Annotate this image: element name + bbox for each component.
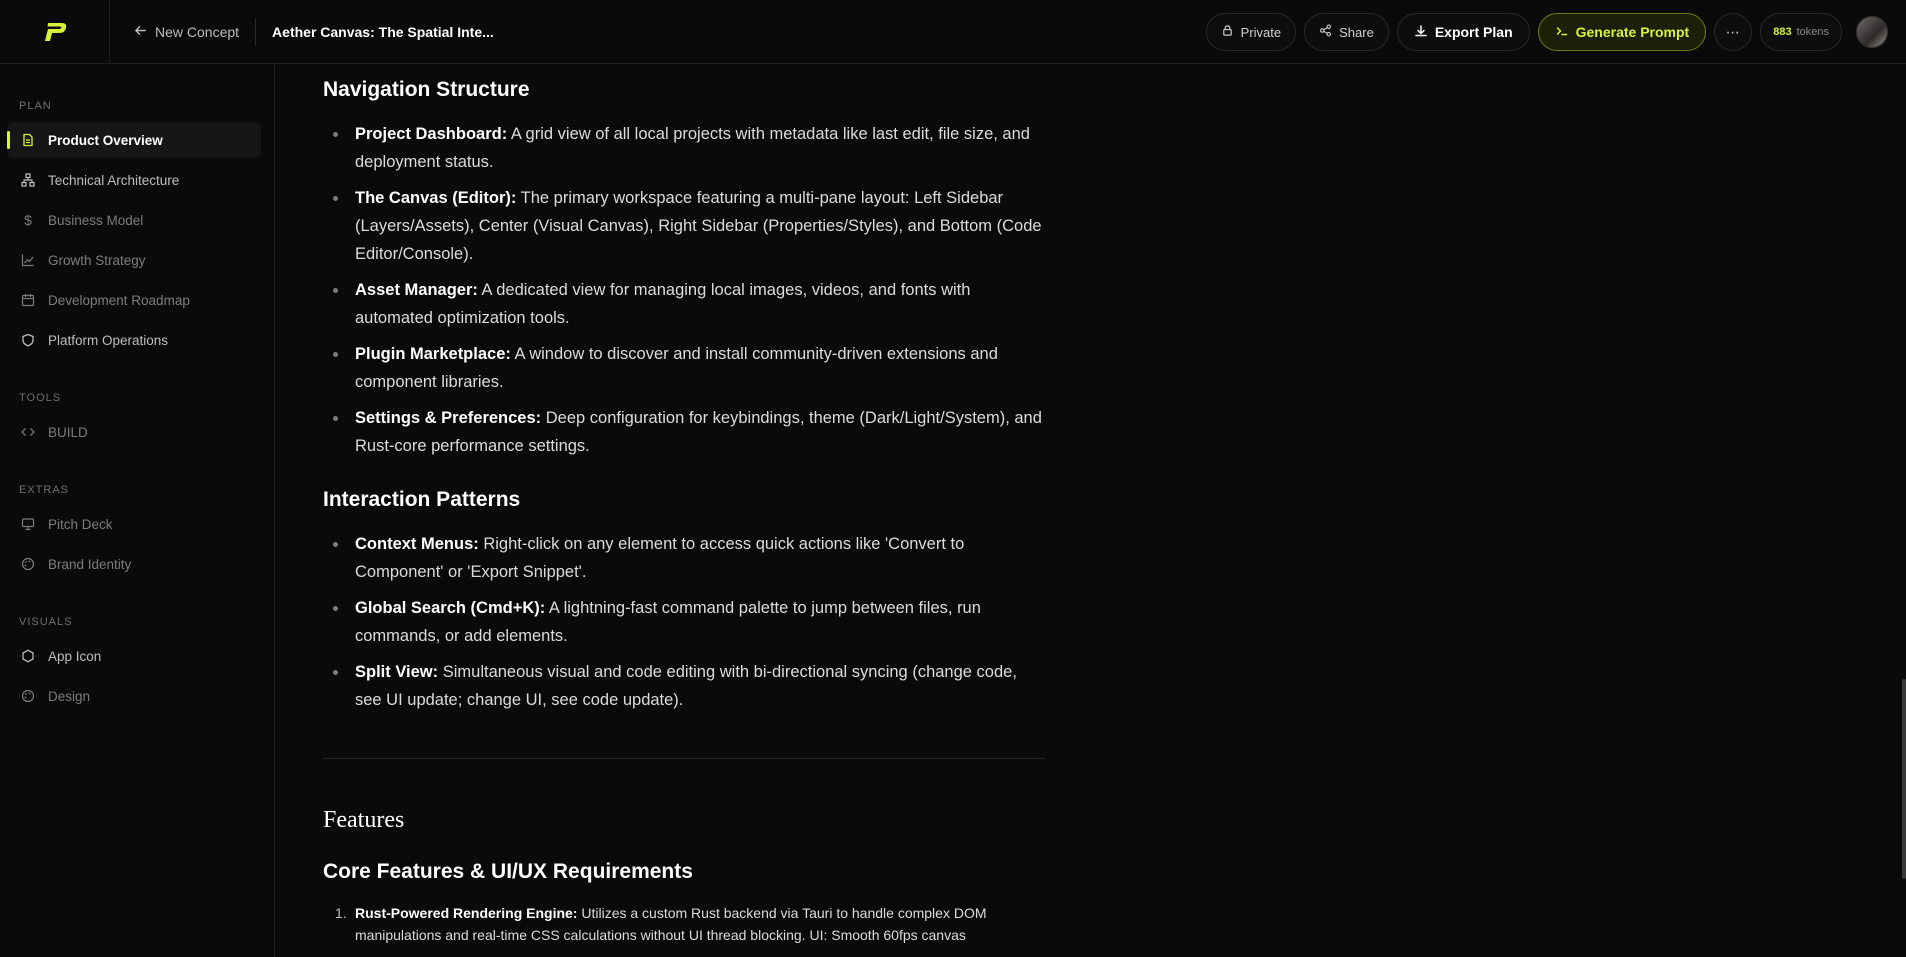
export-plan-button[interactable]: Export Plan: [1396, 13, 1530, 51]
more-button[interactable]: ⋯: [1714, 13, 1753, 51]
list-item: Settings & Preferences: Deep configurati…: [330, 404, 1045, 460]
share-button[interactable]: Share: [1304, 13, 1389, 51]
back-link[interactable]: New Concept: [110, 17, 257, 46]
sidebar-item-label: Pitch Deck: [48, 516, 113, 532]
sidebar-item-pitch-deck[interactable]: Pitch Deck: [7, 506, 261, 542]
sidebar-item-label: Design: [48, 688, 91, 704]
interaction-patterns-list: Context Menus: Right-click on any elemen…: [330, 530, 1045, 714]
navigation-structure-list: Project Dashboard: A grid view of all lo…: [330, 120, 1045, 460]
sidebar-item-label: Platform Operations: [48, 332, 169, 348]
code-icon: [20, 424, 36, 440]
list-item: Global Search (Cmd+K): A lightning-fast …: [330, 594, 1045, 650]
list-item: Plugin Marketplace: A window to discover…: [330, 340, 1045, 396]
sidebar-item-label: Technical Architecture: [48, 172, 180, 188]
sidebar-item-platform-operations[interactable]: Platform Operations: [7, 322, 261, 358]
palette-icon: [20, 556, 36, 572]
presentation-icon: [20, 516, 36, 532]
private-label: Private: [1240, 24, 1282, 40]
list-item: Split View: Simultaneous visual and code…: [330, 658, 1045, 714]
list-item: Project Dashboard: A grid view of all lo…: [330, 120, 1045, 176]
sidebar-item-app-icon[interactable]: App Icon: [7, 638, 261, 674]
core-features-heading: Core Features & UI/UX Requirements: [323, 860, 693, 883]
sidebar-item-design[interactable]: Design: [7, 678, 261, 714]
interaction-patterns-heading: Interaction Patterns: [323, 488, 521, 511]
share-icon: [1319, 24, 1332, 40]
navigation-structure-heading: Navigation Structure: [323, 78, 530, 101]
main-content: Navigation Structure Project Dashboard: …: [276, 64, 1906, 957]
arrow-left-icon: [134, 24, 147, 40]
share-label: Share: [1339, 24, 1374, 40]
download-icon: [1414, 24, 1428, 41]
sidebar: PLAN Product Overview Technical Architec…: [0, 64, 275, 957]
list-item: 1. Rust-Powered Rendering Engine: Utilize…: [335, 905, 987, 943]
scrollbar[interactable]: [1902, 679, 1906, 879]
generate-prompt-label: Generate Prompt: [1575, 24, 1690, 40]
list-item: Context Menus: Right-click on any elemen…: [330, 530, 1045, 586]
shield-icon: [20, 332, 36, 348]
list-item: The Canvas (Editor): The primary workspa…: [330, 184, 1045, 268]
sidebar-item-build[interactable]: BUILD: [7, 414, 261, 450]
ellipsis-icon: ⋯: [1725, 23, 1741, 40]
export-plan-label: Export Plan: [1434, 24, 1513, 40]
sidebar-item-development-roadmap[interactable]: Development Roadmap: [7, 282, 261, 318]
tokens-count: 883: [1773, 26, 1792, 38]
sidebar-item-label: Business Model: [48, 212, 144, 228]
top-bar: New Concept Aether Canvas: The Spatial I…: [0, 0, 1906, 64]
core-features-list: 1. Rust-Powered Rendering Engine: Utilize…: [335, 902, 1045, 946]
sidebar-item-technical-architecture[interactable]: Technical Architecture: [7, 162, 261, 198]
list-item: Asset Manager: A dedicated view for mana…: [330, 276, 1045, 332]
network-icon: [20, 172, 36, 188]
palette-icon: [20, 688, 36, 704]
sidebar-section-visuals: VISUALS: [19, 616, 73, 628]
document-title: Aether Canvas: The Spatial Inte...: [272, 23, 494, 40]
logo-icon: [44, 22, 66, 41]
sidebar-item-label: Development Roadmap: [48, 292, 190, 308]
sidebar-section-extras: EXTRAS: [19, 484, 70, 496]
chart-icon: [20, 252, 36, 268]
sidebar-item-label: Growth Strategy: [48, 252, 146, 268]
tokens-badge: 883 tokens: [1760, 13, 1842, 51]
sidebar-item-label: Product Overview: [48, 132, 163, 148]
tokens-label: tokens: [1796, 26, 1829, 38]
sidebar-item-label: Brand Identity: [48, 556, 132, 572]
lock-icon: [1221, 24, 1234, 40]
avatar[interactable]: [1856, 16, 1888, 48]
sidebar-item-business-model[interactable]: $ Business Model: [7, 202, 261, 238]
sidebar-item-label: App Icon: [48, 648, 102, 664]
terminal-icon: [1555, 24, 1569, 41]
sidebar-item-growth-strategy[interactable]: Growth Strategy: [7, 242, 261, 278]
generate-prompt-button[interactable]: Generate Prompt: [1537, 13, 1707, 51]
sidebar-item-label: BUILD: [48, 424, 88, 440]
private-button[interactable]: Private: [1205, 13, 1297, 51]
section-divider: [323, 758, 1045, 759]
dollar-icon: $: [24, 212, 32, 228]
hexagon-icon: [20, 648, 36, 664]
sidebar-item-product-overview[interactable]: Product Overview: [7, 122, 261, 158]
sidebar-section-tools: TOOLS: [19, 392, 62, 404]
logo[interactable]: [0, 0, 110, 64]
document-icon: [20, 132, 36, 148]
sidebar-item-brand-identity[interactable]: Brand Identity: [7, 546, 261, 582]
calendar-icon: [20, 292, 36, 308]
sidebar-section-plan: PLAN: [19, 100, 52, 112]
back-link-label: New Concept: [155, 23, 240, 40]
features-section-title: Features: [323, 807, 405, 833]
